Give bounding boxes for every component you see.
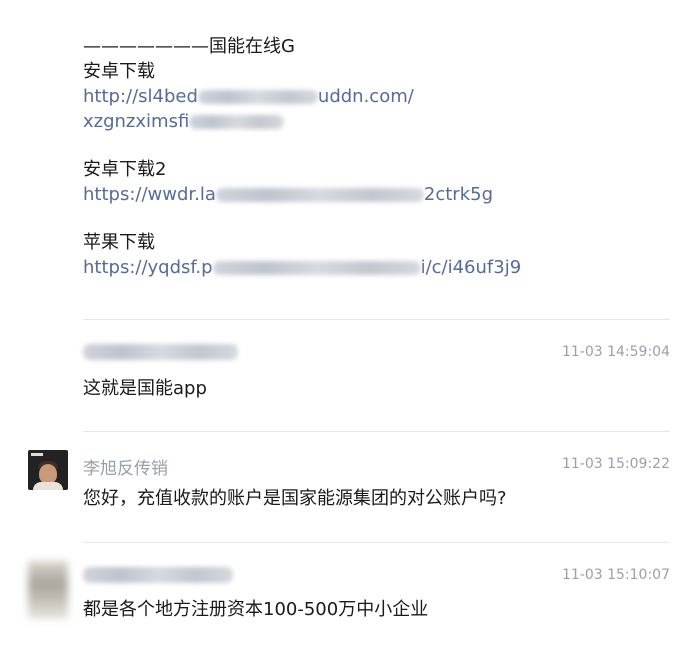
apple-link-end[interactable]: i/c/i46uf3j9 xyxy=(421,257,522,278)
redacted-nickname xyxy=(83,344,238,360)
redacted-text xyxy=(189,115,285,129)
comment-text: 这就是国能app xyxy=(83,378,207,399)
apple-download-label: 苹果下载 xyxy=(83,232,155,253)
comment-nickname[interactable] xyxy=(83,342,238,362)
comment-item: 李旭反传销 11-03 15:09:22 您好，充值收款的账户是国家能源集团的对… xyxy=(0,432,700,532)
comment-text: 您好，充值收款的账户是国家能源集团的对公账户吗? xyxy=(83,488,507,509)
avatar[interactable] xyxy=(28,561,68,619)
apple-link-start[interactable]: https://yqdsf.p xyxy=(83,257,213,278)
redacted-text xyxy=(197,90,318,104)
redacted-text xyxy=(212,261,421,275)
redacted-nickname xyxy=(83,567,233,583)
comment-item: 11-03 14:59:04 这就是国能app xyxy=(0,320,700,420)
redacted-text xyxy=(215,188,424,202)
android-link-cont-start[interactable]: xzgnzximsfi xyxy=(83,111,189,132)
android2-download-label: 安卓下载2 xyxy=(83,159,167,180)
post-content: ———————国能在线G 安卓下载 http://sl4bed uddn.com/… xyxy=(83,34,683,280)
post-title-line: ———————国能在线G xyxy=(83,36,295,57)
android-download-link-continued[interactable]: xzgnzximsfi xyxy=(83,109,683,134)
android2-link-start[interactable]: https://wwdr.la xyxy=(83,184,216,205)
comment-nickname[interactable] xyxy=(83,565,233,585)
android2-link-end[interactable]: 2ctrk5g xyxy=(424,184,493,205)
comment-time: 11-03 15:09:22 xyxy=(561,456,670,472)
comment-text: 都是各个地方注册资本100-500万中小企业 xyxy=(83,599,429,620)
android2-download-link[interactable]: https://wwdr.la 2ctrk5g xyxy=(83,182,683,207)
comment-time: 11-03 15:10:07 xyxy=(561,567,670,583)
apple-download-link[interactable]: https://yqdsf.p i/c/i46uf3j9 xyxy=(83,255,683,280)
android-link-start[interactable]: http://sl4bed xyxy=(83,86,198,107)
avatar[interactable] xyxy=(28,450,68,490)
android-download-link[interactable]: http://sl4bed uddn.com/ xyxy=(83,84,683,109)
android-link-end[interactable]: uddn.com/ xyxy=(318,86,414,107)
comment-nickname[interactable]: 李旭反传销 xyxy=(83,454,168,479)
comment-item: 11-03 15:10:07 都是各个地方注册资本100-500万中小企业 xyxy=(0,543,700,643)
android-download-label: 安卓下载 xyxy=(83,61,155,82)
comment-time: 11-03 14:59:04 xyxy=(561,344,670,360)
